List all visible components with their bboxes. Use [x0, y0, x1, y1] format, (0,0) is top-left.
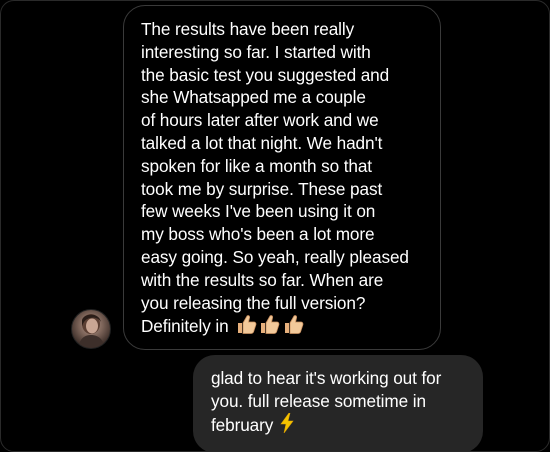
incoming-message-bubble[interactable]: The results have been really interesting… — [123, 5, 441, 350]
lightning-bolt-icon — [280, 412, 294, 433]
incoming-message-text: The results have been really interesting… — [141, 19, 409, 337]
thumbs-up-icon — [261, 315, 280, 335]
outgoing-message-bubble[interactable]: glad to hear it's working out for you. f… — [193, 355, 483, 451]
chat-window: The results have been really interesting… — [0, 0, 550, 452]
lightning-bolt-emoji — [279, 412, 295, 439]
thumbs-up-icon — [237, 315, 256, 335]
avatar[interactable] — [71, 309, 111, 349]
avatar-photo — [78, 314, 105, 348]
outgoing-message-text: glad to hear it's working out for you. f… — [211, 368, 442, 435]
thumbs-up-icon — [284, 315, 304, 335]
thumbs-up-emoji-group — [235, 314, 304, 340]
